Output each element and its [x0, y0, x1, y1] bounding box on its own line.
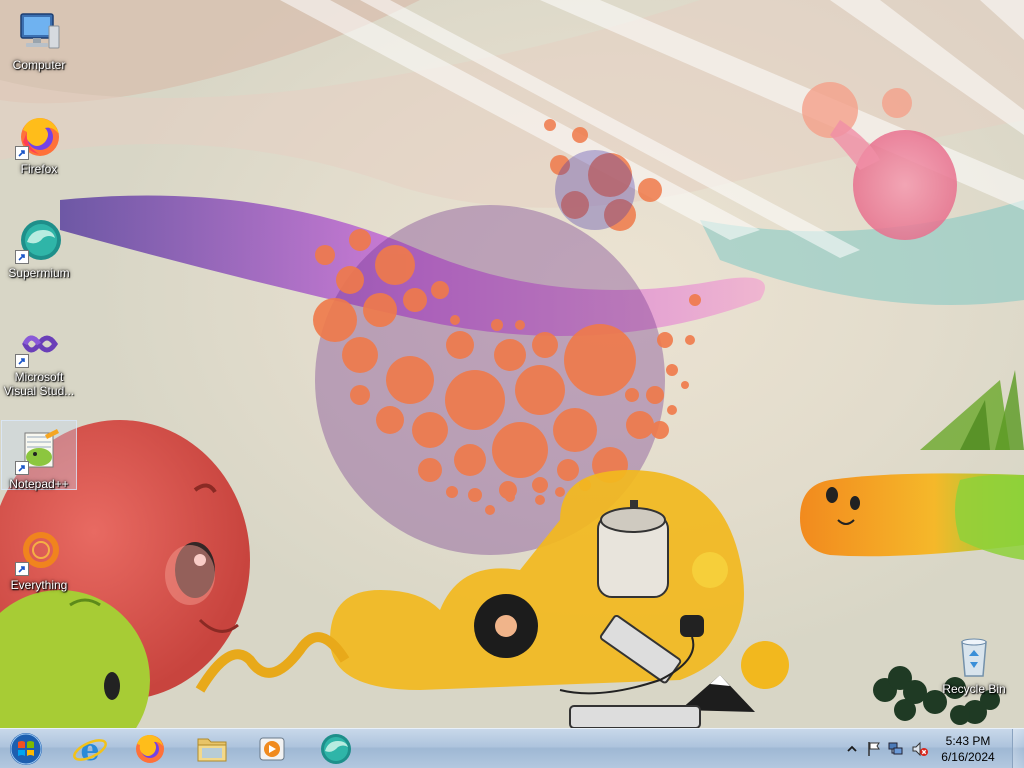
taskbar-windows-explorer[interactable]	[184, 731, 240, 767]
desktop-icon-label: Microsoft Visual Stud...	[3, 370, 75, 398]
svg-text:e: e	[80, 733, 99, 767]
desktop-icon-computer[interactable]: Computer	[1, 2, 77, 72]
desktop-icon-label: Notepad++	[9, 477, 69, 491]
desktop-icon-label: Everything	[10, 578, 68, 592]
taskbar-firefox[interactable]	[122, 731, 178, 767]
start-button[interactable]	[6, 731, 46, 767]
desktop-icon-notepad-plus-plus[interactable]: Notepad++	[1, 420, 77, 491]
folder-icon	[197, 738, 227, 762]
desktop-icon-recycle-bin[interactable]: Recycle Bin	[936, 626, 1012, 696]
desktop-icon-firefox[interactable]: Firefox	[1, 106, 77, 176]
desktop-wallpaper	[0, 0, 1024, 728]
shortcut-arrow-icon	[15, 562, 29, 576]
recycle-bin-icon	[950, 632, 998, 680]
taskbar-internet-explorer[interactable]: e	[62, 731, 118, 768]
computer-icon	[15, 8, 63, 56]
show-desktop-button[interactable]	[1012, 729, 1024, 768]
supermium-icon	[15, 216, 63, 264]
media-player-icon	[259, 737, 285, 761]
action-center-flag-icon[interactable]	[866, 741, 882, 757]
system-tray: 5:43 PM 6/16/2024	[840, 729, 1024, 768]
shortcut-arrow-icon	[15, 354, 29, 368]
desktop-icon-visual-studio[interactable]: Microsoft Visual Stud...	[1, 314, 77, 398]
everything-icon	[15, 528, 63, 576]
network-icon[interactable]	[888, 741, 904, 757]
shortcut-arrow-icon	[15, 461, 29, 475]
wallpaper-art	[0, 0, 1024, 728]
firefox-icon	[136, 735, 164, 763]
taskbar-supermium[interactable]	[308, 731, 364, 767]
desktop-icon-label: Supermium	[8, 266, 70, 280]
clock-time: 5:43 PM	[945, 734, 991, 748]
firefox-icon	[15, 112, 63, 160]
desktop-icon-label: Computer	[12, 58, 66, 72]
supermium-icon	[321, 734, 351, 764]
show-hidden-icons-chevron[interactable]	[844, 741, 860, 757]
desktop-icon-everything[interactable]: Everything	[1, 522, 77, 592]
taskbar: e 5:43 PM 6/16/2024	[0, 728, 1024, 768]
clock-date: 6/16/2024	[941, 750, 995, 764]
volume-muted-icon[interactable]	[912, 741, 928, 757]
desktop-icon-supermium[interactable]: Supermium	[1, 210, 77, 280]
desktop-icon-label: Recycle Bin	[942, 682, 1006, 696]
taskbar-clock[interactable]: 5:43 PM 6/16/2024	[934, 733, 1002, 765]
shortcut-arrow-icon	[15, 146, 29, 160]
visual-studio-icon	[15, 320, 63, 368]
shortcut-arrow-icon	[15, 250, 29, 264]
desktop-icon-label: Firefox	[20, 162, 58, 176]
notepad-plus-plus-icon	[15, 427, 63, 475]
internet-explorer-icon: e	[73, 733, 107, 768]
taskbar-media-player[interactable]	[244, 731, 300, 767]
windows-start-icon	[10, 733, 42, 765]
